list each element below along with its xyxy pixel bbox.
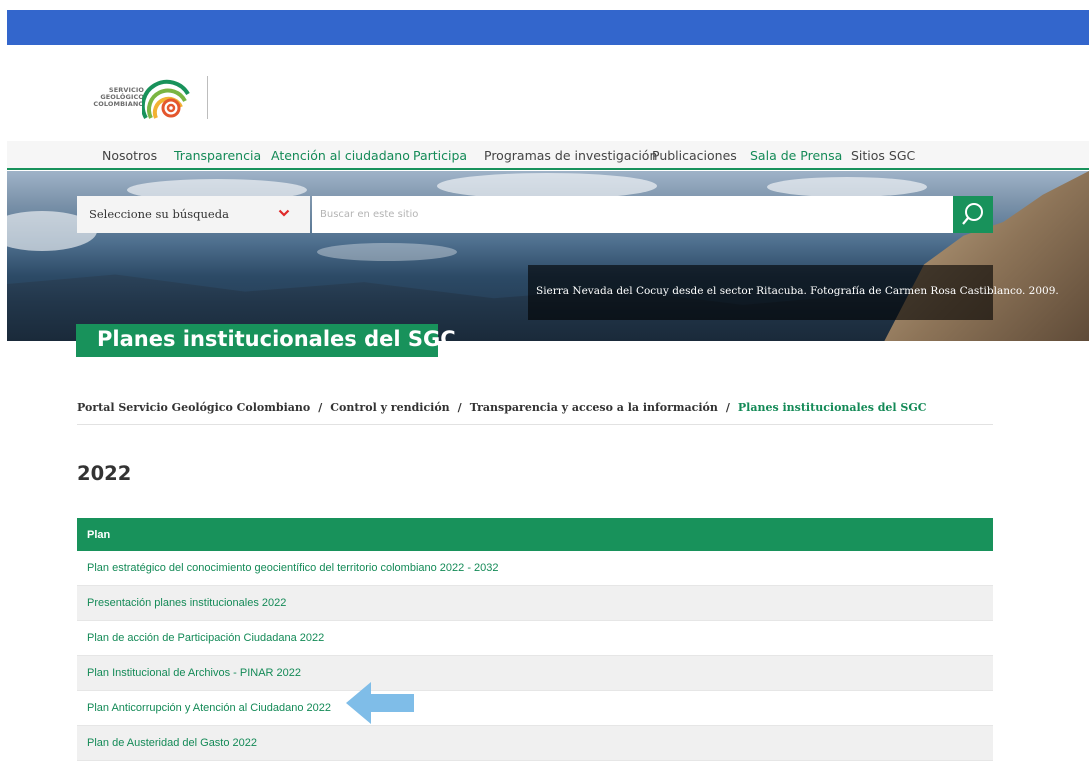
nav-programas-investigacion[interactable]: Programas de investigación xyxy=(484,148,657,163)
search-category-select[interactable]: Seleccione su búsqueda xyxy=(77,196,310,233)
search-category-label: Seleccione su búsqueda xyxy=(89,207,229,221)
table-header-row: Plan xyxy=(77,518,993,551)
page-title: Planes institucionales del SGC xyxy=(97,327,456,351)
sgc-logo[interactable]: SERVICIO GEOLÓGICO COLOMBIANO xyxy=(88,72,218,120)
hero-cloud xyxy=(317,243,457,261)
plan-link[interactable]: Plan de acción de Participación Ciudadan… xyxy=(77,620,993,656)
sgc-logo-mark xyxy=(142,79,190,119)
plan-link[interactable]: Presentación planes institucionales 2022 xyxy=(77,585,993,621)
plan-link-anticorrupcion[interactable]: Plan Anticorrupción y Atención al Ciudad… xyxy=(77,690,993,726)
logo-divider xyxy=(207,76,208,119)
logo-line-3: COLOMBIANO xyxy=(93,100,144,108)
nav-sala-prensa[interactable]: Sala de Prensa xyxy=(750,148,842,163)
breadcrumb-separator: / xyxy=(457,401,462,414)
breadcrumb-item[interactable]: Control y rendición xyxy=(330,401,449,414)
table-row: Plan estratégico del conocimiento geocie… xyxy=(77,551,993,586)
nav-nosotros[interactable]: Nosotros xyxy=(102,148,157,163)
breadcrumb-separator: / xyxy=(725,401,730,414)
plans-table: Plan Plan estratégico del conocimiento g… xyxy=(77,518,993,761)
search-button[interactable] xyxy=(953,196,993,233)
breadcrumb-item[interactable]: Portal Servicio Geológico Colombiano xyxy=(77,401,310,414)
top-bar xyxy=(7,10,1089,45)
logo-text: SERVICIO GEOLÓGICO COLOMBIANO xyxy=(88,87,144,108)
search-icon xyxy=(962,203,983,225)
pointer-arrow-icon xyxy=(346,682,414,724)
hero-caption: Sierra Nevada del Cocuy desde el sector … xyxy=(528,265,1059,320)
nav-atencion-ciudadano[interactable]: Atención al ciudadano xyxy=(271,148,410,163)
breadcrumb-item[interactable]: Transparencia y acceso a la información xyxy=(470,401,718,414)
hero-cloud xyxy=(767,177,927,197)
table-row: Presentación planes institucionales 2022 xyxy=(77,585,993,621)
search-input[interactable] xyxy=(312,196,953,233)
nav-transparencia[interactable]: Transparencia xyxy=(174,148,261,163)
plan-link[interactable]: Plan Institucional de Archivos - PINAR 2… xyxy=(77,655,993,691)
main-nav: Nosotros Transparencia Atención al ciuda… xyxy=(7,141,1089,170)
nav-participa[interactable]: Participa xyxy=(413,148,467,163)
breadcrumb-current: Planes institucionales del SGC xyxy=(737,401,927,414)
table-row: Plan de acción de Participación Ciudadan… xyxy=(77,620,993,656)
nav-sitios-sgc[interactable]: Sitios SGC xyxy=(851,148,915,163)
nav-publicaciones[interactable]: Publicaciones xyxy=(652,148,737,163)
table-row: Plan Anticorrupción y Atención al Ciudad… xyxy=(77,690,993,726)
table-row: Plan de Austeridad del Gasto 2022 xyxy=(77,725,993,761)
page-title-banner: Planes institucionales del SGC xyxy=(76,324,456,357)
table-header-plan: Plan xyxy=(77,518,993,551)
breadcrumb-separator: / xyxy=(318,401,323,414)
breadcrumb: Portal Servicio Geológico Colombiano / Con… xyxy=(77,401,927,414)
plan-link[interactable]: Plan estratégico del conocimiento geocie… xyxy=(77,551,993,586)
breadcrumb-divider xyxy=(77,424,993,425)
table-row: Plan Institucional de Archivos - PINAR 2… xyxy=(77,655,993,691)
year-heading: 2022 xyxy=(77,462,132,485)
chevron-down-icon xyxy=(278,209,290,217)
plan-link[interactable]: Plan de Austeridad del Gasto 2022 xyxy=(77,725,993,761)
